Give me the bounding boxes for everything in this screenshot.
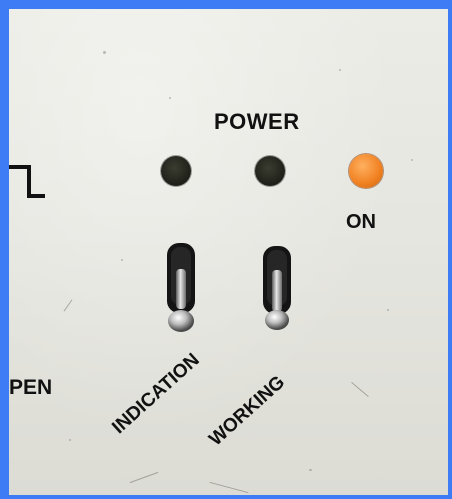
scratch-mark [209,481,249,494]
control-panel: POWER ON PEN INDICATION WORKING [9,9,448,495]
working-label: WORKING [205,371,290,451]
dust-speck [69,439,71,441]
square-wave-icon [9,165,45,198]
dust-speck [309,469,312,471]
toggle-switch-working[interactable] [255,242,299,342]
on-label: ON [346,211,376,233]
dust-speck [411,159,413,161]
scratch-mark [129,471,159,484]
scratch-mark [63,299,73,312]
dust-speck [169,97,171,99]
dust-speck [339,69,341,71]
pen-label: PEN [9,376,53,399]
indicator-led-2 [255,156,285,186]
indication-label: INDICATION [108,349,204,439]
indicator-led-on [349,154,383,188]
image-frame: POWER ON PEN INDICATION WORKING [0,0,452,499]
power-label: POWER [214,109,300,134]
dust-speck [103,51,106,54]
scratch-mark [351,382,369,397]
toggle-switch-indication[interactable] [159,239,203,339]
dust-speck [121,259,123,261]
indicator-led-1 [161,156,191,186]
dust-speck [387,309,389,311]
